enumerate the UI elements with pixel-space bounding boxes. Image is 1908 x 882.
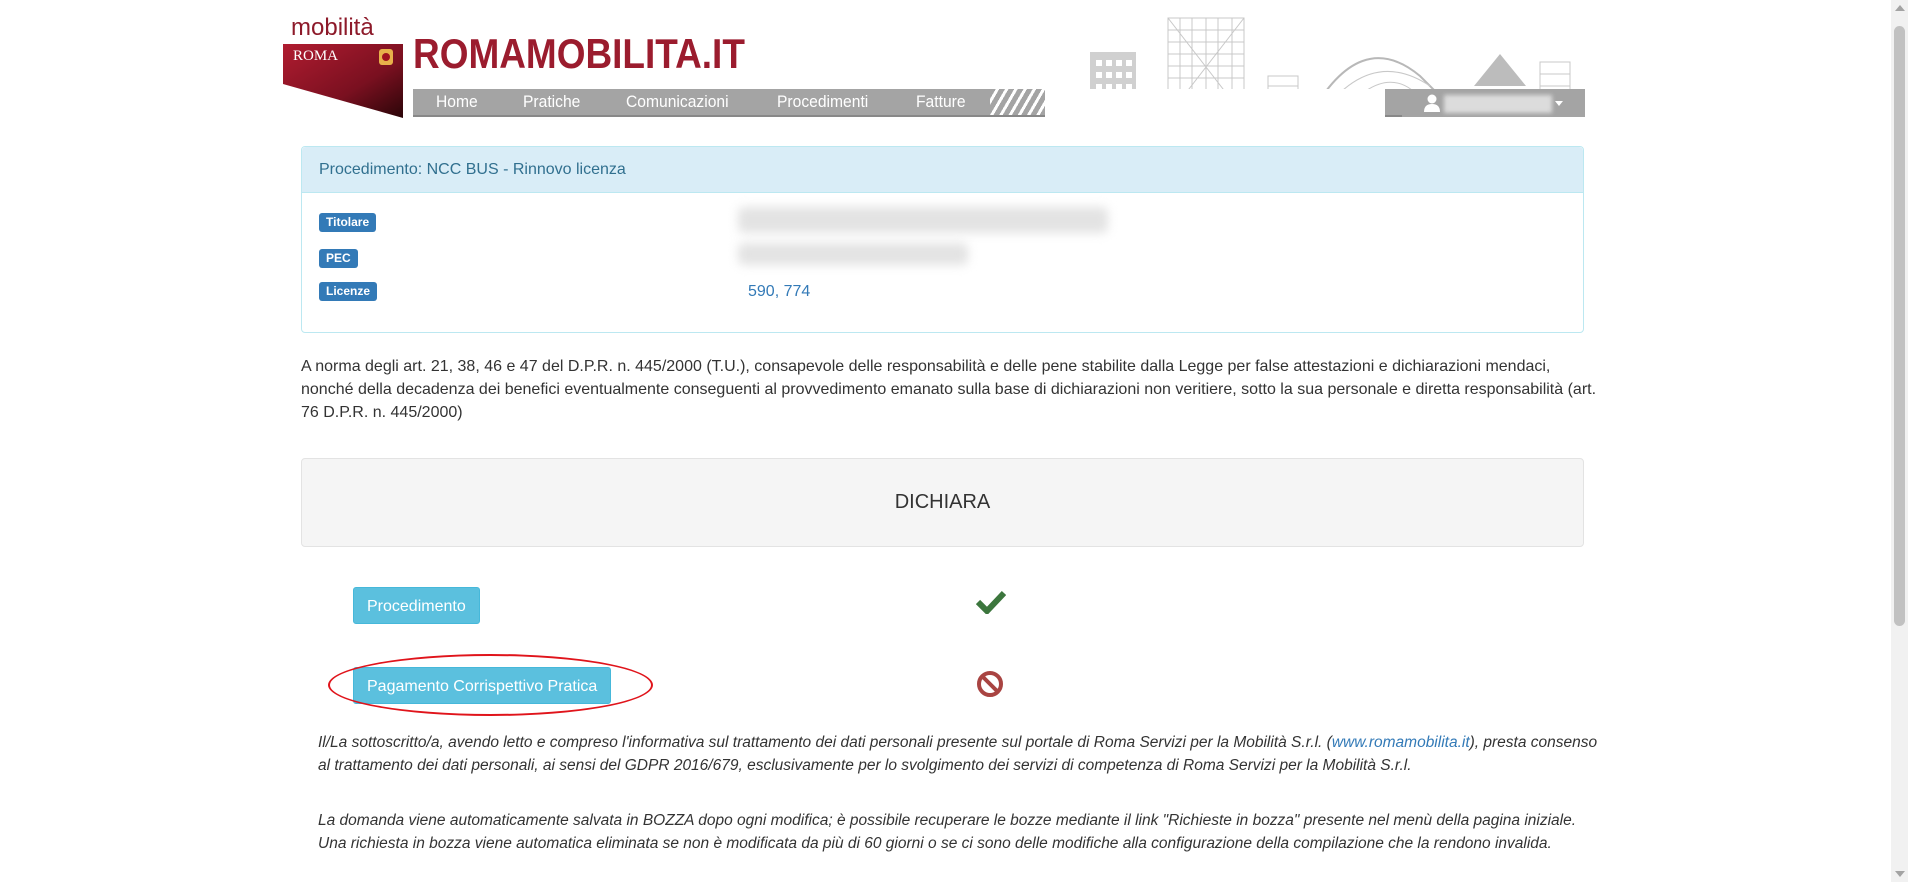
norma-text: A norma degli art. 21, 38, 46 e 47 del D… (301, 358, 1597, 421)
nav-decoration (990, 89, 1045, 115)
titolare-label: Titolare (319, 213, 377, 232)
panel-title: Procedimento: NCC BUS - Rinnovo licenza (302, 147, 1583, 193)
nav-comunicazioni[interactable]: Comunicazioni (626, 92, 729, 112)
vertical-scrollbar[interactable] (1891, 0, 1908, 882)
check-icon (976, 590, 1006, 614)
user-menu[interactable] (1402, 89, 1585, 117)
nav-fatture[interactable]: Fatture (916, 92, 966, 112)
licenze-value[interactable]: 590, 774 (748, 283, 810, 301)
privacy-text-before: Il/La sottoscritto/a, avendo letto e com… (318, 734, 1332, 751)
procedimento-button[interactable]: Procedimento (353, 587, 480, 624)
user-name-redacted (1444, 95, 1552, 113)
scrollbar-thumb[interactable] (1894, 26, 1905, 626)
licenze-label: Licenze (319, 282, 378, 301)
ban-icon (977, 671, 1003, 697)
user-icon (1424, 94, 1440, 112)
pec-redacted (738, 243, 968, 265)
nav-pratiche[interactable]: Pratiche (523, 92, 580, 112)
nav-gap (1045, 89, 1385, 117)
scroll-up-icon[interactable] (1895, 5, 1905, 11)
bozza-line-2: Una richiesta in bozza viene automatica … (318, 835, 1552, 852)
logo[interactable]: mobilità ROMA (283, 14, 403, 118)
logo-roma: ROMA (293, 48, 339, 64)
bozza-line-1: La domanda viene automaticamente salvata… (318, 812, 1577, 829)
annotation-ellipse (328, 654, 653, 716)
nav-home[interactable]: Home (436, 92, 478, 112)
bozza-info-text: La domanda viene automaticamente salvata… (318, 809, 1608, 855)
pec-label: PEC (319, 249, 358, 268)
site-title[interactable]: ROMAMOBILITA.IT (413, 30, 745, 78)
logo-text: mobilità (291, 14, 374, 41)
nav-procedimenti[interactable]: Procedimenti (777, 92, 868, 112)
scroll-down-icon[interactable] (1895, 871, 1905, 877)
romamobilita-link[interactable]: www.romamobilita.it (1332, 734, 1470, 751)
titolare-redacted (738, 207, 1108, 233)
dichiara-heading: DICHIARA (301, 458, 1584, 547)
chevron-down-icon (1555, 101, 1563, 106)
privacy-consent-text: Il/La sottoscritto/a, avendo letto e com… (318, 731, 1608, 777)
procedimento-panel: Procedimento: NCC BUS - Rinnovo licenza … (301, 146, 1584, 333)
